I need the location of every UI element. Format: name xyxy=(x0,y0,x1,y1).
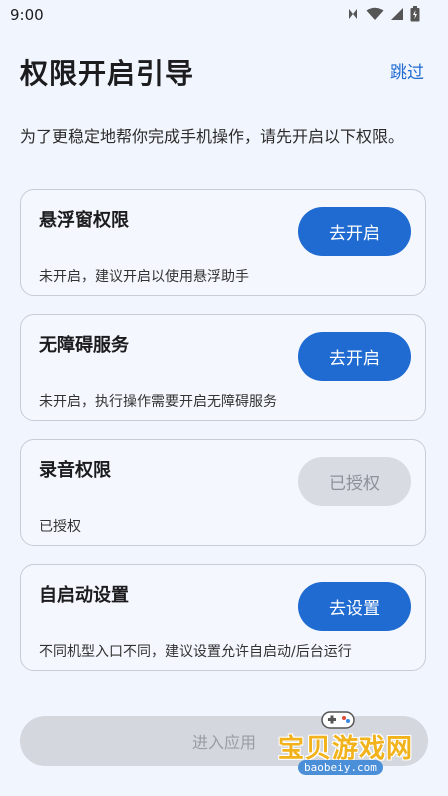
card-record-permission: 录音权限 已授权 已授权 xyxy=(20,439,426,546)
card-desc: 已授权 xyxy=(39,519,81,535)
card-overlay-permission: 悬浮窗权限 去开启 未开启，建议开启以使用悬浮助手 xyxy=(20,189,426,296)
skip-button[interactable]: 跳过 xyxy=(390,58,424,83)
card-desc: 未开启，执行操作需要开启无障碍服务 xyxy=(39,394,277,410)
card-title: 录音权限 xyxy=(39,460,111,481)
status-time: 9:00 xyxy=(10,6,44,24)
status-bar: 9:00 xyxy=(0,0,448,32)
intro-text: 为了更稳定地帮你完成手机操作，请先开启以下权限。 xyxy=(20,127,405,146)
page-title: 权限开启引导 xyxy=(20,57,195,90)
signal-icon xyxy=(391,8,403,20)
status-icons xyxy=(346,6,420,22)
card-title: 悬浮窗权限 xyxy=(39,210,129,231)
card-desc: 不同机型入口不同，建议设置允许自启动/后台运行 xyxy=(39,644,352,660)
autostart-settings-button[interactable]: 去设置 xyxy=(298,582,411,631)
card-title: 无障碍服务 xyxy=(39,335,129,356)
wifi-icon xyxy=(366,7,384,20)
enable-accessibility-button[interactable]: 去开启 xyxy=(298,332,411,381)
battery-icon xyxy=(410,6,420,22)
watermark: 宝贝游戏网 baobeiy.com xyxy=(272,708,432,788)
card-autostart-settings: 自启动设置 去设置 不同机型入口不同，建议设置允许自启动/后台运行 xyxy=(20,564,426,671)
card-accessibility-service: 无障碍服务 去开启 未开启，执行操作需要开启无障碍服务 xyxy=(20,314,426,421)
record-authorized-button: 已授权 xyxy=(298,457,411,506)
watermark-url: baobeiy.com xyxy=(298,760,383,775)
enable-overlay-button[interactable]: 去开启 xyxy=(298,207,411,256)
card-title: 自启动设置 xyxy=(39,585,129,606)
dnd-icon xyxy=(349,9,357,19)
card-desc: 未开启，建议开启以使用悬浮助手 xyxy=(39,269,249,285)
